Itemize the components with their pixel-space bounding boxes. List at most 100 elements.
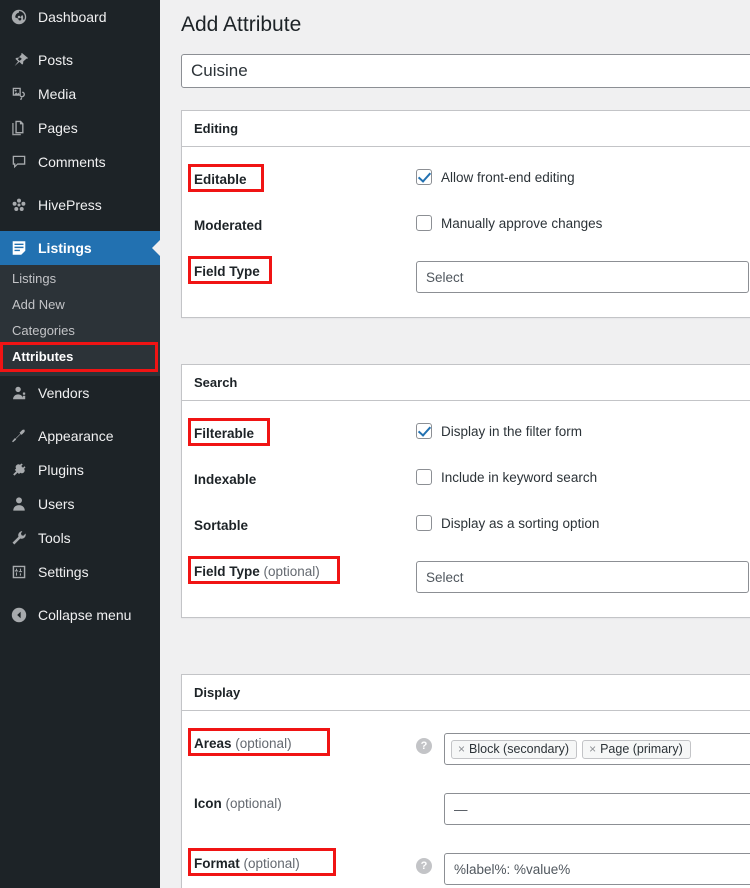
field-control-area: Allow front-end editing <box>416 169 750 185</box>
icon-select[interactable]: — <box>444 793 750 825</box>
checkbox-wrapper[interactable]: Display as a sorting option <box>416 515 599 531</box>
submenu-item-listings[interactable]: Listings <box>0 266 160 292</box>
sidebar-item-dashboard[interactable]: Dashboard <box>0 0 160 34</box>
area-tag[interactable]: ×Block (secondary) <box>451 740 577 759</box>
field-row: Field TypeSelect <box>182 247 750 307</box>
control-value: %label%: %value% <box>454 862 570 877</box>
area-tag[interactable]: × Page (primary) <box>582 740 691 759</box>
tag-remove-icon[interactable]: × <box>589 742 596 756</box>
sidebar-item-label: Dashboard <box>38 0 107 34</box>
admin-sidebar: Dashboard PostsMediaPagesComments HivePres… <box>0 0 160 888</box>
wordpress-admin-screen: Dashboard PostsMediaPagesComments HivePres… <box>0 0 750 888</box>
field-row: Areas (optional)?×Block (secondary)×Page… <box>182 719 750 779</box>
sidebar-item-appearance[interactable]: Appearance <box>0 419 160 453</box>
checkbox-unchecked[interactable] <box>416 469 432 485</box>
field-label-text: Icon <box>194 796 222 811</box>
field-row: Filterable Display in the filter form <box>182 409 750 455</box>
panel-search: Search Filterable Display in the filter fo… <box>181 364 750 618</box>
format-input[interactable]: %label%: %value% <box>444 853 750 885</box>
field-control-area: Display as a sorting option <box>416 515 750 531</box>
checkbox-label: Display in the filter form <box>441 424 582 439</box>
panel-body: Filterable Display in the filter form Inde… <box>182 401 750 617</box>
panel-heading: Display <box>182 675 750 711</box>
tools-icon <box>9 528 29 548</box>
field-row: Sortable Display as a sorting option <box>182 501 750 547</box>
sidebar-item-hivepress[interactable]: HivePress <box>0 188 160 222</box>
submenu-item-add-new[interactable]: Add New <box>0 292 160 318</box>
sidebar-item-pages[interactable]: Pages <box>0 111 160 145</box>
checkbox-wrapper[interactable]: Allow front-end editing <box>416 169 575 185</box>
field-row: Moderated Manually approve changes <box>182 201 750 247</box>
field-label-optional: (optional) <box>260 564 320 579</box>
sidebar-item-label: Users <box>38 487 75 521</box>
field-control-area: ? %label%: %value% <box>416 853 750 885</box>
sidebar-separator <box>0 410 160 419</box>
pin-icon <box>9 50 29 70</box>
field-label-text: Editable <box>194 172 247 187</box>
field-label: Filterable <box>194 423 416 441</box>
tag-remove-icon[interactable]: × <box>458 742 465 756</box>
field-label: Field Type (optional) <box>194 561 416 579</box>
field-label: Areas (optional) <box>194 733 416 751</box>
sidebar-item-vendors[interactable]: Vendors <box>0 376 160 410</box>
sidebar-item-users[interactable]: Users <box>0 487 160 521</box>
field-control-area: Manually approve changes <box>416 215 750 231</box>
sidebar-separator <box>0 222 160 231</box>
sidebar-item-posts[interactable]: Posts <box>0 43 160 77</box>
sidebar-item-label: Comments <box>38 145 106 179</box>
field-label: Sortable <box>194 515 416 533</box>
dashboard-icon <box>9 7 29 27</box>
checkbox-label: Allow front-end editing <box>441 170 575 185</box>
checkbox-wrapper[interactable]: Manually approve changes <box>416 215 602 231</box>
checkbox-label: Manually approve changes <box>441 216 602 231</box>
sidebar-item-comments[interactable]: Comments <box>0 145 160 179</box>
checkbox-wrapper[interactable]: Display in the filter form <box>416 423 582 439</box>
checkbox-unchecked[interactable] <box>416 515 432 531</box>
sidebar-item-listings[interactable]: Listings <box>0 231 160 265</box>
listings-submenu: ListingsAdd NewCategoriesAttributes <box>0 265 160 376</box>
sidebar-item-plugins[interactable]: Plugins <box>0 453 160 487</box>
field-control-area: ?×Block (secondary)×Page (primary) <box>416 733 750 765</box>
sidebar-item-label: Plugins <box>38 453 84 487</box>
control-value: Select <box>426 270 464 285</box>
field-label: Icon (optional) <box>194 793 416 811</box>
tag-label: Page (primary) <box>600 742 683 756</box>
field-label: Indexable <box>194 469 416 487</box>
sidebar-separator <box>0 179 160 188</box>
checkbox-checked[interactable] <box>416 423 432 439</box>
attribute-title-input[interactable] <box>181 54 750 88</box>
field-row: Format (optional)?%label%: %value% <box>182 839 750 888</box>
help-icon[interactable]: ? <box>416 858 432 874</box>
main-content: Add Attribute EditingEditableAllow front… <box>160 0 750 888</box>
field-label-text: Field Type <box>194 564 260 579</box>
field-row: Editable Allow front-end editing <box>182 155 750 201</box>
plugins-icon <box>9 460 29 480</box>
checkbox-checked[interactable] <box>416 169 432 185</box>
sidebar-item-collapse-menu[interactable]: Collapse menu <box>0 598 160 632</box>
field-label-optional: (optional) <box>222 796 282 811</box>
field-type-select[interactable]: Select <box>416 261 749 293</box>
field-label-text: Sortable <box>194 518 248 533</box>
field-control-area: Include in keyword search <box>416 469 750 485</box>
sidebar-separator <box>0 34 160 43</box>
field-label: Editable <box>194 169 416 187</box>
field-label-text: Format <box>194 856 240 871</box>
areas-multiselect[interactable]: ×Block (secondary)×Page (primary) <box>444 733 750 765</box>
sidebar-separator <box>0 589 160 598</box>
sidebar-item-settings[interactable]: Settings <box>0 555 160 589</box>
submenu-item-attributes[interactable]: Attributes <box>0 344 160 370</box>
sidebar-item-media[interactable]: Media <box>0 77 160 111</box>
submenu-item-categories[interactable]: Categories <box>0 318 160 344</box>
hivepress-icon <box>9 195 29 215</box>
listings-icon <box>9 238 29 258</box>
checkbox-label: Include in keyword search <box>441 470 597 485</box>
field-label-text: Indexable <box>194 472 256 487</box>
sidebar-item-tools[interactable]: Tools <box>0 521 160 555</box>
help-icon[interactable]: ? <box>416 738 432 754</box>
field-control-area: Select <box>416 261 750 293</box>
field-type-select[interactable]: Select <box>416 561 749 593</box>
checkbox-unchecked[interactable] <box>416 215 432 231</box>
panel-heading: Search <box>182 365 750 401</box>
checkbox-wrapper[interactable]: Include in keyword search <box>416 469 597 485</box>
field-label-text: Moderated <box>194 218 262 233</box>
